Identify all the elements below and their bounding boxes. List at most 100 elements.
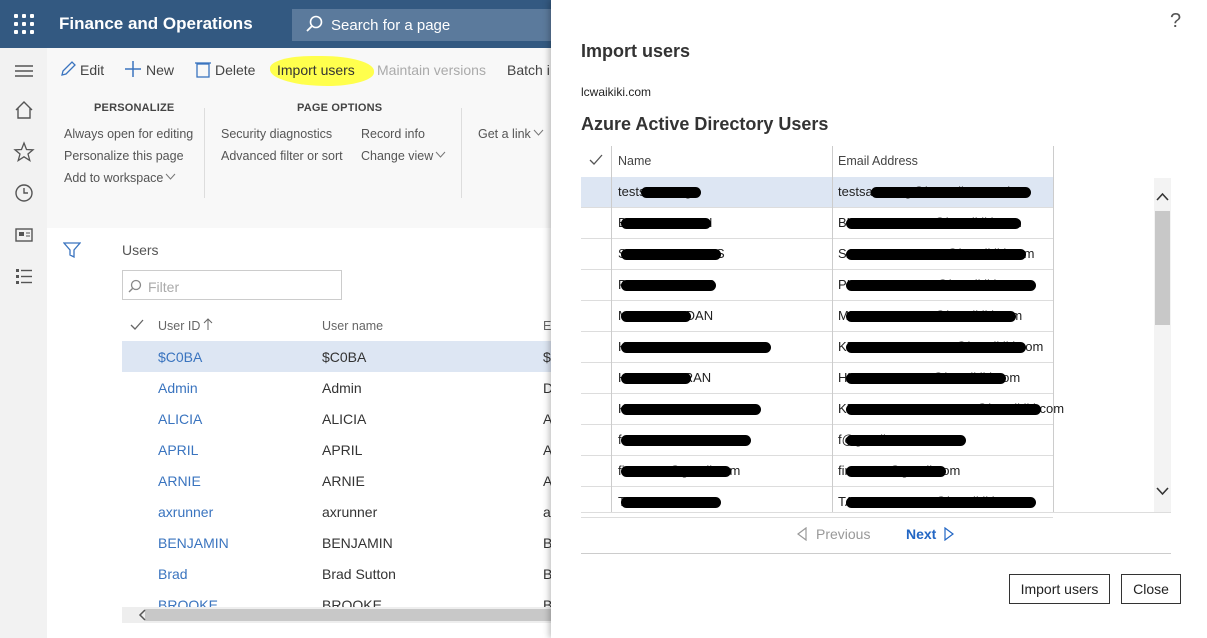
workspaces-icon[interactable] xyxy=(13,224,35,246)
filter-placeholder: Filter xyxy=(148,279,180,295)
always-open-for-editing-option[interactable]: Always open for editing xyxy=(64,127,193,141)
grid-row[interactable]: TAHIR MANDALTAHIR.MANDAL@lcwaikiki.com xyxy=(581,487,1053,518)
table-row[interactable]: ALICIA ALICIA A xyxy=(122,403,552,434)
user-name-cell: Admin xyxy=(322,380,362,396)
domain-label: lcwaikiki.com xyxy=(581,85,652,99)
select-all-checkmark-icon[interactable] xyxy=(130,319,144,331)
get-a-link-option[interactable]: Get a link xyxy=(478,127,531,141)
grid-row[interactable]: PINAR TUNCERPINAR.TUNCER@lcwaikiki.com xyxy=(581,270,1053,301)
recent-clock-icon[interactable] xyxy=(13,182,35,204)
app-launcher-icon[interactable] xyxy=(14,14,34,34)
select-all-checkmark-icon[interactable] xyxy=(589,154,603,166)
table-row[interactable]: APRIL APRIL A xyxy=(122,434,552,465)
grid-row[interactable]: KEVSER CAVUSOGLUKEVSER.CAVUSOGLU@lcwaiki… xyxy=(581,394,1064,425)
redaction-mark xyxy=(846,404,1041,415)
scrollbar-thumb[interactable] xyxy=(145,609,551,621)
personalize-page-option[interactable]: Personalize this page xyxy=(64,149,184,163)
column-header-user-name[interactable]: User name xyxy=(322,319,383,333)
import-users-button[interactable]: Import users xyxy=(277,62,355,78)
table-row[interactable]: ARNIE ARNIE A xyxy=(122,465,552,496)
user-name-cell: ARNIE xyxy=(322,473,365,489)
column-header-email[interactable]: Email Address xyxy=(838,154,918,168)
modules-list-icon[interactable] xyxy=(13,265,35,287)
scroll-left-arrow-icon[interactable] xyxy=(138,609,148,621)
user-id-cell[interactable]: $C0BA xyxy=(158,349,202,365)
redaction-mark xyxy=(621,497,721,508)
grid-row[interactable]: BURCU TURANBURCU.TURAN@lcwaikiki.com xyxy=(581,208,1053,239)
table-row[interactable]: axrunner axrunner a xyxy=(122,496,551,527)
column-divider xyxy=(1053,146,1054,512)
table-row[interactable]: BENJAMIN BENJAMIN B xyxy=(122,527,552,558)
search-placeholder[interactable]: Search for a page xyxy=(331,17,450,34)
table-row[interactable]: $C0BA $C0BA $ xyxy=(122,341,551,372)
column-header-user-id[interactable]: User ID xyxy=(158,319,200,333)
grid-header xyxy=(581,146,1053,178)
grid-row[interactable]: KEMAL DEMIRKANKEMAL.DEMIRKAN@lcwaikiki.c… xyxy=(581,332,1053,363)
next-button[interactable]: Next xyxy=(906,526,936,542)
redaction-mark xyxy=(621,342,771,353)
batch-button[interactable]: Batch i xyxy=(507,62,550,78)
user-id-cell[interactable]: APRIL xyxy=(158,442,198,458)
advanced-filter-option[interactable]: Advanced filter or sort xyxy=(221,149,343,163)
add-to-workspace-option[interactable]: Add to workspace xyxy=(64,171,163,185)
grid-row[interactable]: HURIYE CIRANHURIYE.CIRAN@lcwaikiki.com xyxy=(581,363,1053,394)
redaction-mark xyxy=(621,435,751,446)
footer-divider xyxy=(581,553,1171,554)
user-name-cell: APRIL xyxy=(322,442,363,458)
user-id-cell[interactable]: ARNIE xyxy=(158,473,201,489)
grid-row[interactable]: testsamsungtestsamsung@lcwonline.onmicr xyxy=(581,177,1053,208)
grid-row[interactable]: SAFAK ALTINBASSAFAK.ALTINBAS@lcwaikiki.c… xyxy=(581,239,1053,270)
redaction-mark xyxy=(846,218,1021,229)
group-divider xyxy=(204,108,205,198)
list-title: Users xyxy=(122,242,159,258)
next-triangle-icon xyxy=(944,527,954,541)
hamburger-menu-icon[interactable] xyxy=(13,60,35,82)
chevron-down-icon xyxy=(533,129,544,136)
filter-funnel-icon[interactable] xyxy=(63,242,81,258)
chevron-down-icon xyxy=(435,151,446,158)
left-navigation xyxy=(0,48,47,638)
record-info-option[interactable]: Record info xyxy=(361,127,425,141)
redaction-mark xyxy=(621,466,731,477)
redaction-mark xyxy=(871,187,1031,198)
user-id-cell[interactable]: Brad xyxy=(158,566,188,582)
user-id-cell[interactable]: axrunner xyxy=(158,504,213,520)
security-diagnostics-option[interactable]: Security diagnostics xyxy=(221,127,332,141)
grid-row[interactable]: MERVE ERDANMERVE.ERDAN@lcwaikiki.com xyxy=(581,301,1053,332)
user-id-cell[interactable]: BENJAMIN xyxy=(158,535,229,551)
maintain-versions-button[interactable]: Maintain versions xyxy=(377,62,486,78)
third-column-cell: a xyxy=(543,504,551,520)
previous-triangle-icon xyxy=(797,527,807,541)
column-divider xyxy=(832,146,833,512)
help-icon[interactable]: ? xyxy=(1170,10,1181,33)
delete-button[interactable]: Delete xyxy=(215,62,255,78)
chevron-down-icon xyxy=(165,173,176,180)
new-plus-icon xyxy=(125,61,141,77)
redaction-mark xyxy=(641,187,701,198)
grid-row[interactable]: ff@gmail.com xyxy=(581,425,1053,456)
previous-button[interactable]: Previous xyxy=(816,526,870,542)
new-button[interactable]: New xyxy=(146,62,174,78)
scroll-down-arrow-icon[interactable] xyxy=(1156,486,1169,496)
scrollbar-thumb[interactable] xyxy=(1155,211,1170,325)
column-header-name[interactable]: Name xyxy=(618,154,651,168)
scroll-up-arrow-icon[interactable] xyxy=(1156,192,1169,202)
favorites-star-icon[interactable] xyxy=(13,141,35,163)
delete-trash-icon xyxy=(195,62,211,78)
home-icon[interactable] xyxy=(13,99,35,121)
grid-row[interactable]: fin.user1@gmail.comfin.user1@gmail.com xyxy=(581,456,1053,487)
redaction-mark xyxy=(846,466,946,477)
redaction-mark xyxy=(846,342,1026,353)
import-users-confirm-button[interactable]: Import users xyxy=(1009,574,1110,604)
close-button[interactable]: Close xyxy=(1121,574,1181,604)
user-id-cell[interactable]: Admin xyxy=(158,380,198,396)
table-row[interactable]: Brad Brad Sutton B xyxy=(122,558,552,589)
column-divider xyxy=(611,146,612,512)
user-id-cell[interactable]: ALICIA xyxy=(158,411,202,427)
table-row[interactable]: Admin Admin D xyxy=(122,372,553,403)
redaction-mark xyxy=(621,280,716,291)
redaction-mark xyxy=(846,311,1016,322)
change-view-option[interactable]: Change view xyxy=(361,149,433,163)
edit-button[interactable]: Edit xyxy=(80,62,104,78)
section-title: Azure Active Directory Users xyxy=(581,114,829,134)
